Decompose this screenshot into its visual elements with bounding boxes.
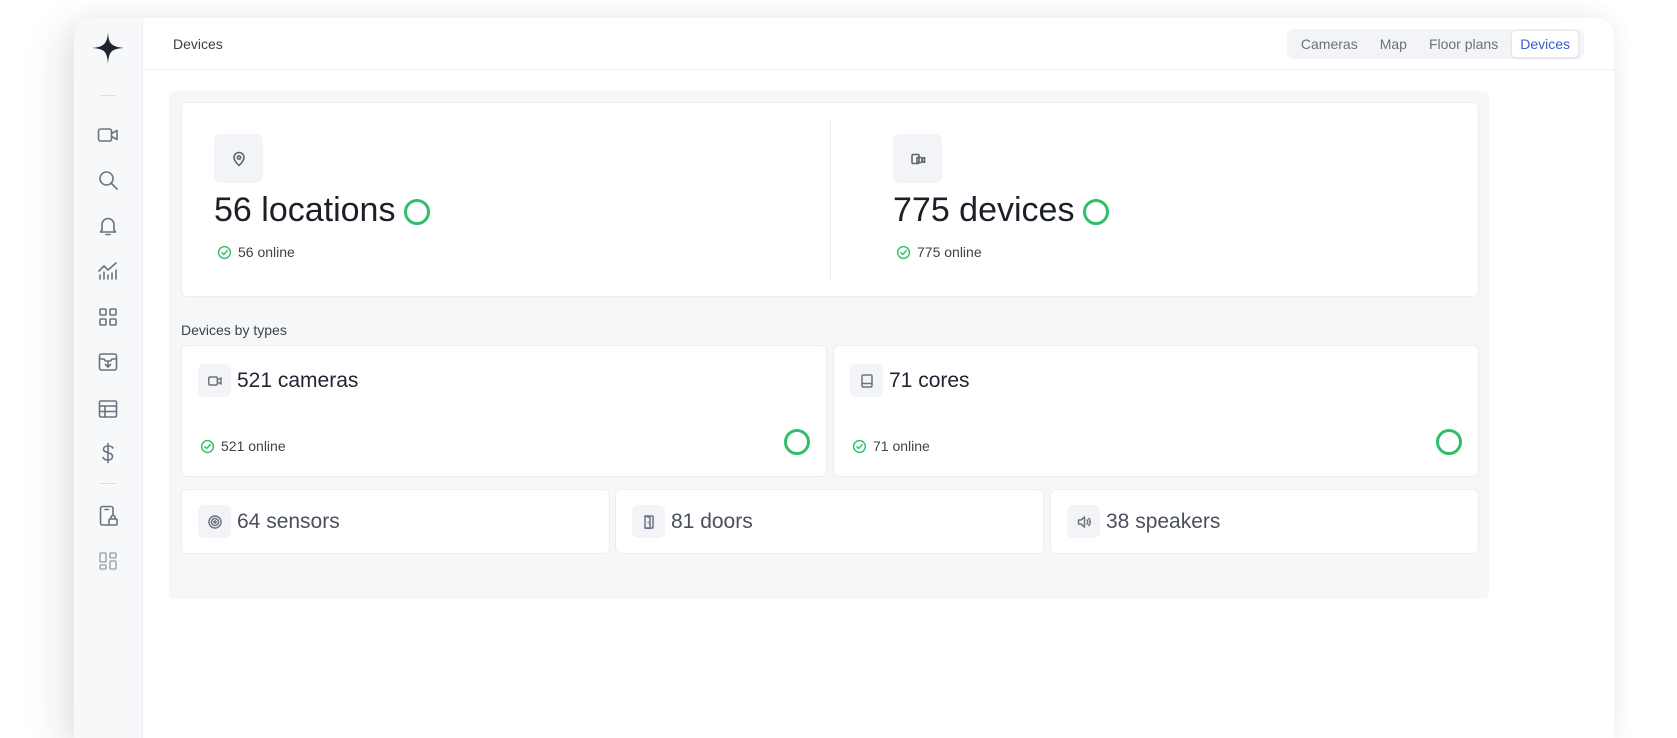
tab-map[interactable]: Map (1371, 30, 1416, 58)
speakers-card[interactable]: 38 speakers (1050, 489, 1479, 554)
core-icon (850, 364, 883, 397)
sidebar (74, 18, 143, 738)
bell-icon[interactable] (93, 211, 123, 241)
location-pin-icon (214, 134, 263, 183)
check-circle-icon (852, 439, 867, 454)
grid-icon[interactable] (93, 302, 123, 332)
cameras-card[interactable]: 521 cameras 521 online (181, 345, 827, 477)
status-ring (404, 198, 431, 225)
door-icon (632, 505, 665, 538)
sensors-card[interactable]: 64 sensors (181, 489, 610, 554)
locations-count: 56 locations (214, 191, 396, 229)
doors-card[interactable]: 81 doors (615, 489, 1044, 554)
speaker-icon (1067, 505, 1100, 538)
cores-count: 71 cores (889, 368, 970, 392)
cores-card[interactable]: 71 cores 71 online (833, 345, 1479, 477)
section-title: Devices by types (181, 322, 287, 338)
view-tabs: Cameras Map Floor plans Devices (1286, 29, 1584, 59)
locations-online: 56 online (238, 244, 295, 260)
cores-online: 71 online (873, 438, 930, 454)
devices-icon (893, 134, 942, 183)
tab-devices[interactable]: Devices (1511, 30, 1579, 58)
tab-cameras[interactable]: Cameras (1292, 30, 1367, 58)
video-camera-icon[interactable] (93, 120, 123, 150)
search-icon[interactable] (93, 165, 123, 195)
app-window: Devices Cameras Map Floor plans Devices … (74, 18, 1614, 738)
check-circle-icon (217, 245, 232, 260)
status-ring (784, 429, 810, 455)
sidebar-divider (100, 95, 116, 96)
top-bar: Devices Cameras Map Floor plans Devices (143, 18, 1614, 70)
summary-divider (830, 120, 831, 280)
summary-card: 56 locations 56 online 775 devices 775 o… (181, 102, 1479, 297)
devices-online: 775 online (917, 244, 982, 260)
badge-lock-icon[interactable] (93, 501, 123, 531)
dollar-icon[interactable] (93, 438, 123, 468)
cameras-online: 521 online (221, 438, 286, 454)
locations-summary[interactable]: 56 locations 56 online (214, 134, 431, 260)
devices-count: 775 devices (893, 191, 1075, 229)
check-circle-icon (200, 439, 215, 454)
sidebar-divider (100, 483, 116, 484)
check-circle-icon (896, 245, 911, 260)
status-ring (1083, 198, 1110, 225)
table-icon[interactable] (93, 394, 123, 424)
status-ring (1436, 429, 1462, 455)
sensors-count: 64 sensors (237, 509, 340, 533)
dashboard-layout-icon[interactable] (93, 546, 123, 576)
cameras-count: 521 cameras (237, 368, 359, 392)
breadcrumb: Devices (173, 36, 223, 52)
analytics-chart-icon[interactable] (93, 256, 123, 286)
tab-floor-plans[interactable]: Floor plans (1420, 30, 1507, 58)
devices-summary[interactable]: 775 devices 775 online (893, 134, 1110, 260)
sensor-icon (198, 505, 231, 538)
speakers-count: 38 speakers (1106, 509, 1221, 533)
spark-logo-icon[interactable] (90, 30, 126, 66)
camera-icon (198, 364, 231, 397)
doors-count: 81 doors (671, 509, 753, 533)
main-content: 56 locations 56 online 775 devices 775 o… (169, 91, 1489, 599)
archive-download-icon[interactable] (93, 347, 123, 377)
